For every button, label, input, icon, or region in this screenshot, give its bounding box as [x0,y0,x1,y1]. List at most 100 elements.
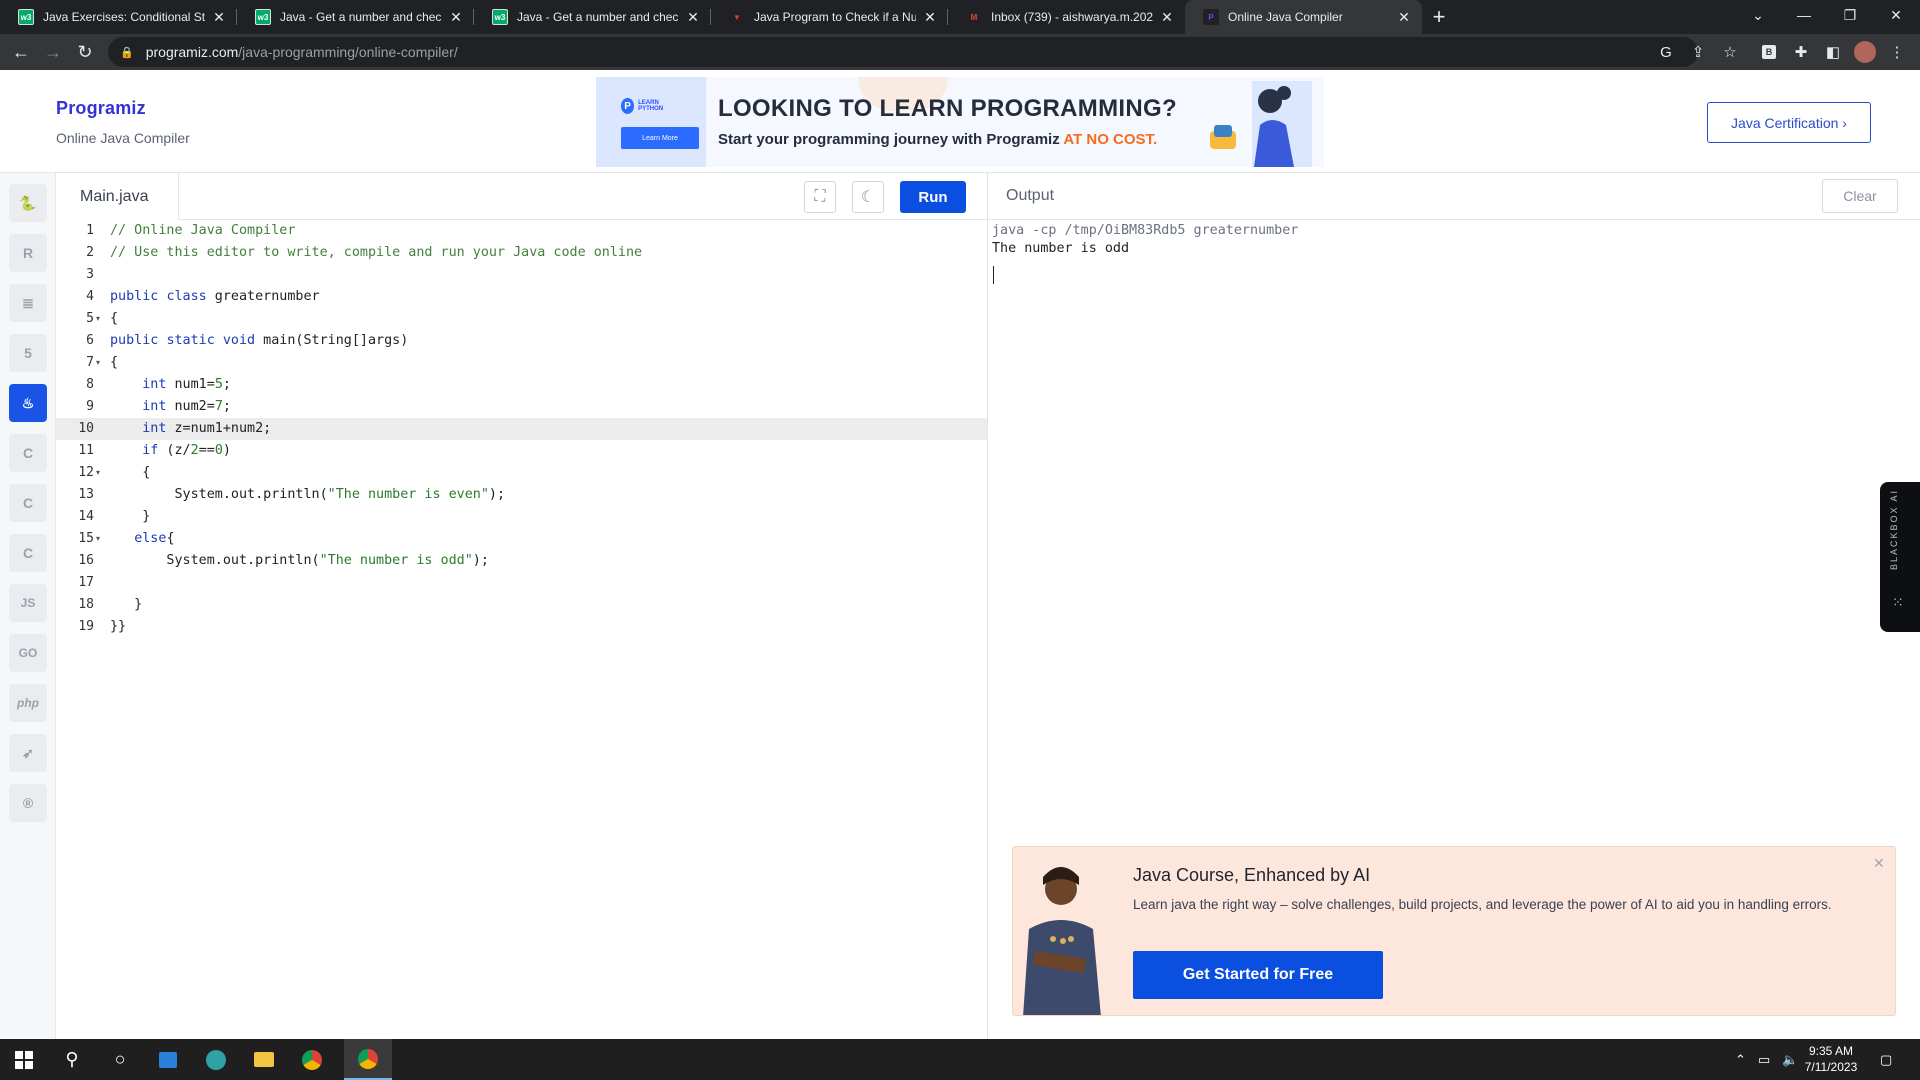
taskbar-clock[interactable]: 9:35 AM 7/11/2023 [1790,1043,1872,1075]
line-number: 8 [86,377,94,392]
browser-menu-icon[interactable]: ⋮ [1885,40,1909,64]
fold-toggle-icon[interactable]: ▾ [96,528,106,550]
back-icon[interactable]: ← [5,36,37,68]
lock-icon: 🔒 [120,46,134,59]
fold-toggle-icon[interactable]: ▾ [96,462,106,484]
code-line: // Use this editor to write, compile and… [110,245,643,260]
line-number: 16 [78,553,94,568]
close-tab-icon[interactable]: ✕ [211,9,227,26]
forward-icon[interactable]: → [37,36,69,68]
close-tab-icon[interactable]: ✕ [448,9,464,26]
lang-go-icon[interactable]: GO [9,634,47,672]
lang-sql-icon[interactable]: ≣ [9,284,47,322]
lang-rust-icon[interactable]: ® [9,784,47,822]
lang-html-icon[interactable]: 5 [9,334,47,372]
java-certification-button[interactable]: Java Certification › [1707,102,1871,143]
address-bar[interactable]: 🔒 programiz.com/java-programming/online-… [108,37,1698,67]
lang-cpp-icon[interactable]: C [9,484,47,522]
edge-icon[interactable] [192,1039,240,1080]
windows-start-icon[interactable] [0,1039,48,1080]
close-tab-icon[interactable]: ✕ [1159,9,1175,26]
tab-search-icon[interactable]: ⌄ [1735,0,1781,30]
code-line: // Online Java Compiler [110,223,296,238]
close-window-button[interactable]: ✕ [1873,0,1919,30]
network-icon[interactable]: ▭ [1758,1039,1770,1080]
line-number: 3 [86,267,94,282]
lang-swift-icon[interactable]: ➶ [9,734,47,772]
restore-button[interactable]: ❐ [1827,0,1873,30]
lang-java-icon[interactable]: ♨ [9,384,47,422]
lang-javascript-icon[interactable]: JS [9,584,47,622]
code-line: System.out.println("The number is odd"); [110,553,489,568]
banner-learn-more-button[interactable]: Learn More [621,127,699,149]
task-view-icon[interactable]: ○ [96,1039,144,1080]
lang-php-icon[interactable]: php [9,684,47,722]
programiz-logo[interactable]: Programiz [56,98,146,119]
banner-headline: LOOKING TO LEARN PROGRAMMING? [718,95,1177,122]
browser-tab[interactable]: w3 Java Exercises: Conditional Statem ✕ [0,0,237,34]
browser-tab[interactable]: ▼ Java Program to Check if a Numb ✕ [711,0,948,34]
close-tab-icon[interactable]: ✕ [685,9,701,26]
dark-mode-icon[interactable]: ☾ [852,181,884,213]
browser-tab[interactable]: w3 Java - Get a number and check it ✕ [237,0,474,34]
extensions-puzzle-icon[interactable]: ✚ [1789,40,1813,64]
lang-python-icon[interactable]: 🐍 [9,184,47,222]
w3-favicon-icon: w3 [18,9,34,25]
code-line: int num2=7; [142,399,231,414]
close-icon[interactable]: ✕ [1873,855,1885,872]
chrome-icon[interactable] [288,1039,336,1080]
code-editor[interactable]: 1 2 3 4 5 ▾ 6 7 ▾ 8 9 10 11 12 ▾ 13 14 15 ▾ 16 17 18 19 // Onl… [56,220,988,1039]
code-line: } [110,509,151,524]
tray-chevron-icon[interactable]: ⌃ [1735,1039,1746,1080]
tab-title: Java - Get a number and check it [280,10,442,24]
w3-favicon-icon: w3 [492,9,508,25]
line-number: 15 [78,531,94,546]
minimize-button[interactable]: — [1781,0,1827,30]
file-explorer-icon[interactable] [240,1039,288,1080]
line-number: 5 [86,311,94,326]
browser-tab[interactable]: w3 Java - Get a number and check it ✕ [474,0,711,34]
clear-button[interactable]: Clear [1822,179,1898,213]
browser-tab[interactable]: P Online Java Compiler ✕ [1185,0,1422,34]
blackbox-icon: ⁙ [1892,594,1904,610]
lang-r-icon[interactable]: R [9,234,47,272]
fold-toggle-icon[interactable]: ▾ [96,352,106,374]
lang-csharp-icon[interactable]: C [9,534,47,572]
google-lens-icon[interactable]: G [1654,40,1678,64]
code-line: }} [110,619,127,634]
url-host: programiz.com [145,44,239,60]
tpoint-favicon-icon: ▼ [729,9,745,25]
browser-tab[interactable]: M Inbox (739) - aishwarya.m.2021.a ✕ [948,0,1185,34]
side-panel-icon[interactable]: ◧ [1821,40,1845,64]
share-icon[interactable]: ⇪ [1686,40,1710,64]
ad-banner[interactable]: P LEARN PYTHON Learn More LOOKING TO LEAR… [596,77,1324,167]
code-line: else{ [134,531,175,546]
code-line: System.out.println("The number is even")… [110,487,506,502]
lang-c-icon[interactable]: C [9,434,47,472]
close-tab-icon[interactable]: ✕ [1396,9,1412,26]
editor-toolbar: Main.java ⛶ ☾ Run [56,173,988,220]
fold-toggle-icon[interactable]: ▾ [96,308,106,330]
line-number: 17 [78,575,94,590]
get-started-button[interactable]: Get Started for Free [1133,951,1383,999]
extension-b-icon[interactable]: B [1757,40,1781,64]
banner-illustration [1210,81,1312,167]
line-number: 7 [86,355,94,370]
tab-list: w3 Java Exercises: Conditional Statem ✕ w3 J… [0,0,1422,34]
fullscreen-icon[interactable]: ⛶ [804,181,836,213]
close-tab-icon[interactable]: ✕ [922,9,938,26]
search-icon[interactable]: ⚲ [48,1039,96,1080]
profile-avatar[interactable] [1853,40,1877,64]
notifications-icon[interactable]: ▢ [1880,1039,1892,1080]
new-tab-button[interactable]: + [1422,0,1456,34]
output-console[interactable]: java -cp /tmp/OiBM83Rdb5 greaternumber T… [988,220,1920,820]
blackbox-ai-tab[interactable]: BLACKBOX AI ⁙ [1880,482,1920,632]
reload-icon[interactable]: ↻ [69,36,101,68]
store-icon[interactable] [144,1039,192,1080]
file-tab-main[interactable]: Main.java [56,173,179,220]
line-number: 13 [78,487,94,502]
run-button[interactable]: Run [900,181,966,213]
bookmark-star-icon[interactable]: ☆ [1718,40,1742,64]
chrome-active-icon[interactable] [344,1039,392,1080]
promo-card: Java Course, Enhanced by AI Learn java t… [1012,846,1896,1016]
